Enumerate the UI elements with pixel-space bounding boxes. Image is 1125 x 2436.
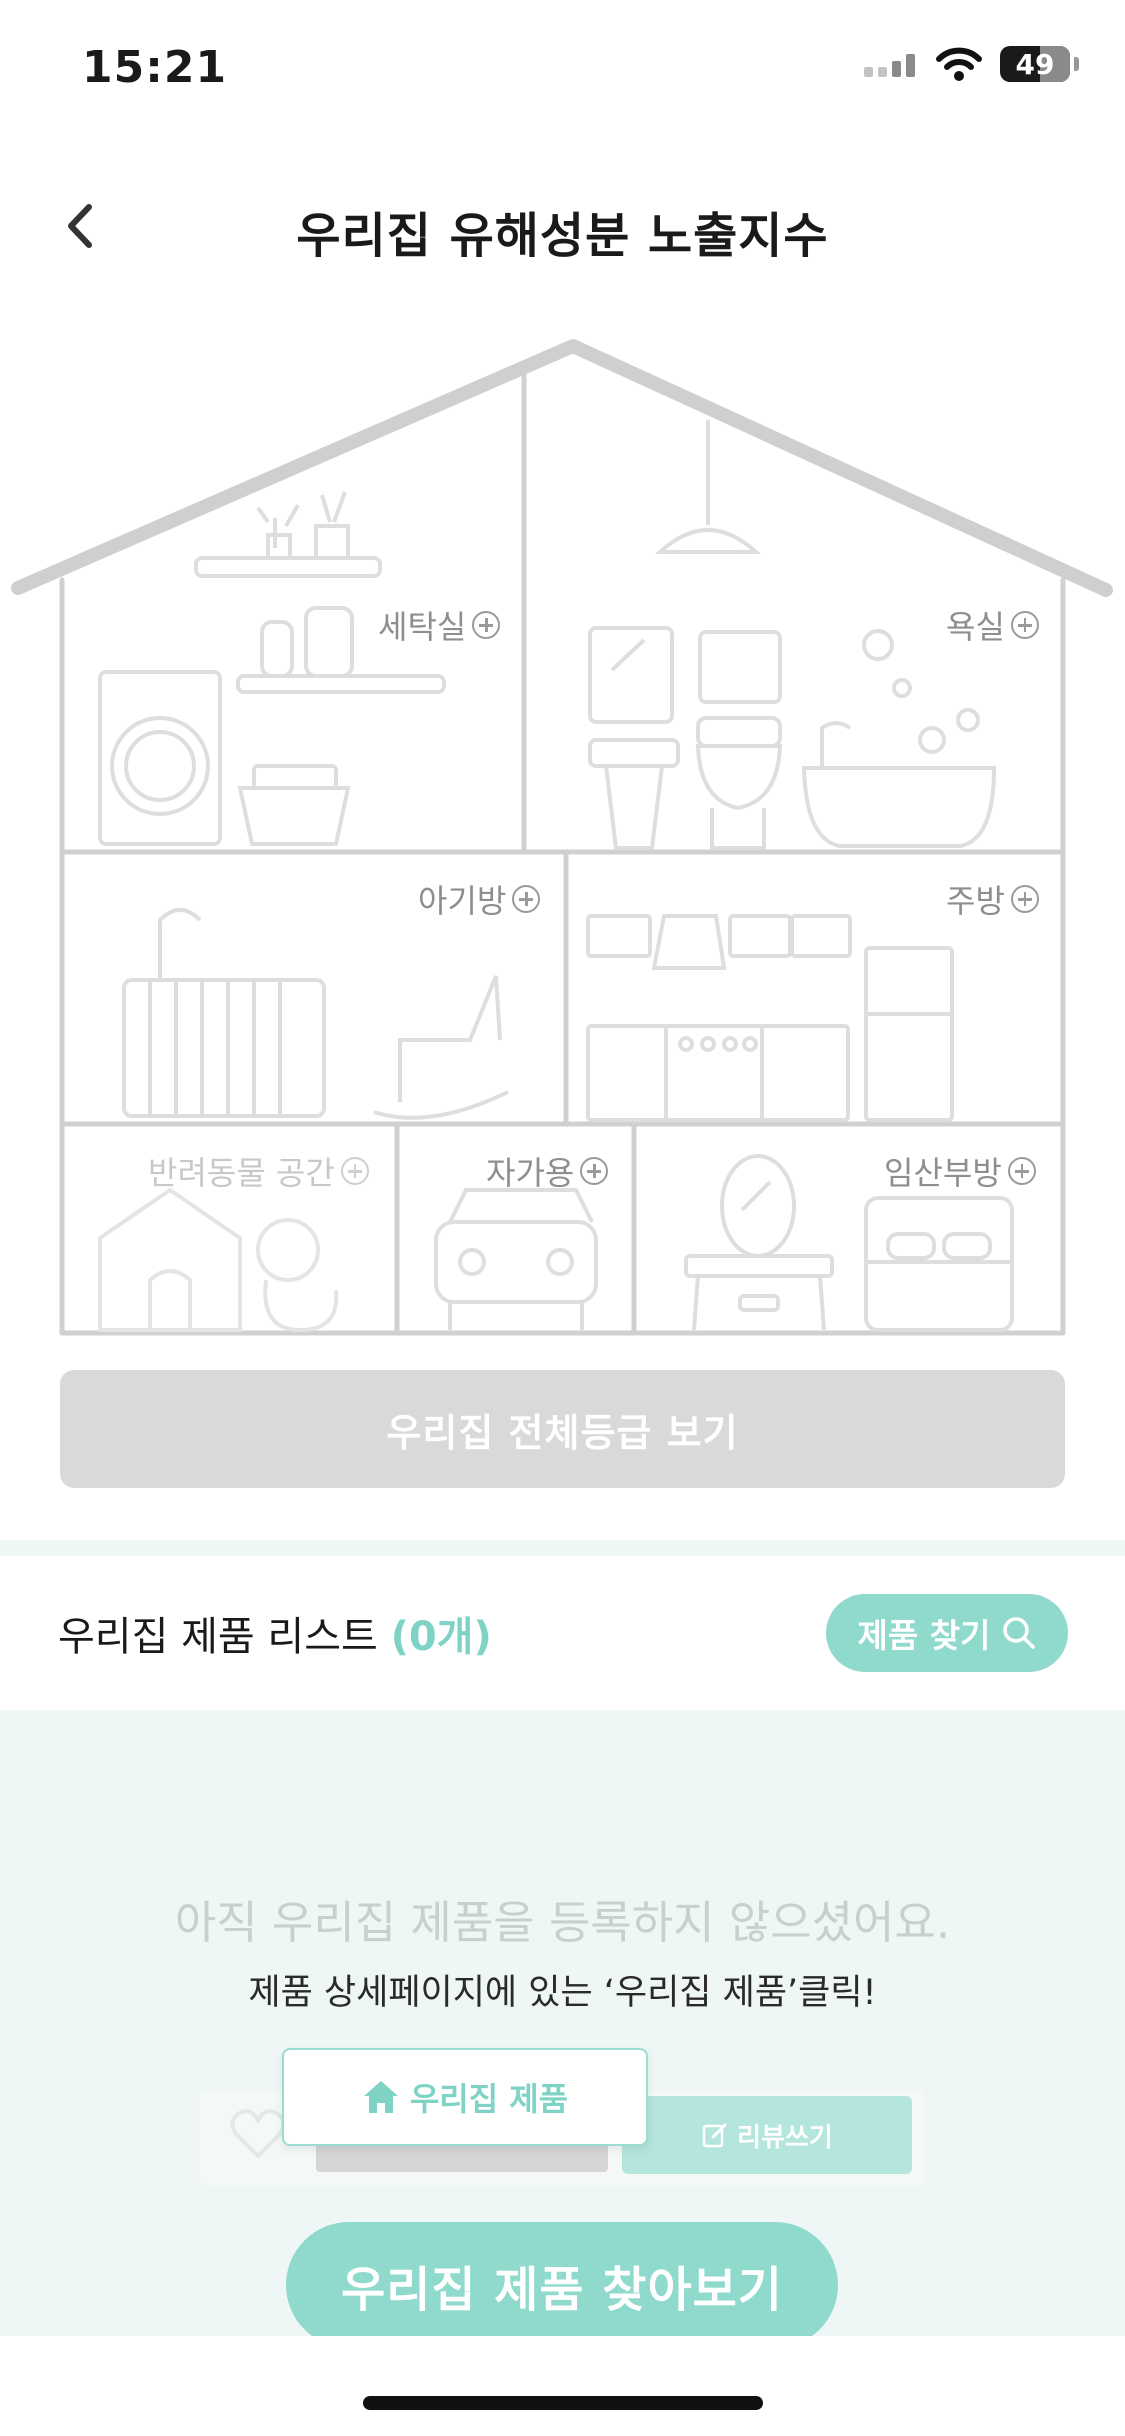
plus-circle-icon	[1007, 1157, 1036, 1185]
baby-room-illustration	[122, 908, 509, 1120]
plus-circle-icon	[1010, 885, 1039, 913]
product-list-title-text: 우리집 제품 리스트	[58, 1614, 378, 1660]
plus-circle-icon	[512, 885, 541, 913]
demo-our-home-product-button: 우리집 제품	[282, 2048, 648, 2146]
search-icon	[1003, 1617, 1036, 1649]
demo-popup-label: 우리집 제품	[409, 2080, 569, 2118]
find-product-button[interactable]: 제품 찾기	[826, 1594, 1068, 1672]
battery-cap	[1074, 57, 1079, 71]
room-maternity[interactable]: 임산부방	[884, 1148, 1036, 1194]
plus-circle-icon	[1010, 611, 1039, 639]
room-laundry[interactable]: 세탁실	[378, 602, 501, 648]
plus-circle-icon	[580, 1157, 609, 1185]
car-illustration	[434, 1188, 598, 1330]
empty-state-hint: 제품 상세페이지에 있는 ‘우리집 제품’클릭!	[248, 1973, 877, 2013]
bathroom-illustration	[588, 420, 997, 850]
find-product-label: 제품 찾기	[857, 1616, 991, 1655]
status-icons: 49	[864, 46, 1079, 82]
product-count: (0개)	[390, 1614, 492, 1660]
battery-icon: 49	[1000, 46, 1070, 82]
section-divider	[0, 1540, 1125, 1556]
room-baby[interactable]: 아기방	[418, 876, 541, 922]
wifi-icon	[936, 47, 982, 81]
room-car[interactable]: 자가용	[486, 1148, 609, 1194]
demo-review-button: 리뷰쓰기	[622, 2096, 912, 2174]
status-time: 15:21	[82, 42, 228, 93]
view-total-grade-button[interactable]: 우리집 전체등급 보기	[60, 1370, 1065, 1488]
plus-circle-icon	[472, 611, 501, 639]
room-pet-label: 반려동물 공간	[148, 1154, 335, 1192]
room-maternity-label: 임산부방	[884, 1154, 1002, 1192]
browse-our-home-products-button[interactable]: 우리집 제품 찾아보기	[286, 2222, 838, 2348]
room-car-label: 자가용	[486, 1154, 575, 1192]
plus-circle-icon	[340, 1157, 369, 1185]
home-icon	[363, 2081, 398, 2113]
room-baby-label: 아기방	[418, 882, 507, 920]
page-title: 우리집 유해성분 노출지수	[296, 208, 829, 264]
room-bathroom-label: 욕실	[946, 608, 1005, 646]
kitchen-illustration	[586, 914, 954, 1122]
room-laundry-label: 세탁실	[378, 608, 467, 646]
battery-level: 49	[1015, 47, 1055, 81]
laundry-illustration	[98, 491, 446, 846]
room-kitchen[interactable]: 주방	[946, 876, 1039, 922]
bottom-safe-area	[0, 2336, 1125, 2436]
room-kitchen-label: 주방	[946, 882, 1005, 920]
edit-icon	[702, 2123, 727, 2148]
room-bathroom[interactable]: 욕실	[946, 602, 1039, 648]
product-list-title: 우리집 제품 리스트 (0개)	[58, 1604, 492, 1662]
room-pet[interactable]: 반려동물 공간	[148, 1148, 369, 1194]
home-indicator	[363, 2396, 763, 2410]
demo-review-label: 리뷰쓰기	[737, 2122, 833, 2153]
heart-icon	[230, 2109, 286, 2159]
signal-icon	[864, 54, 915, 77]
empty-state-message: 아직 우리집 제품을 등록하지 않으셨어요.	[174, 1896, 951, 1949]
pet-illustration	[98, 1187, 339, 1333]
